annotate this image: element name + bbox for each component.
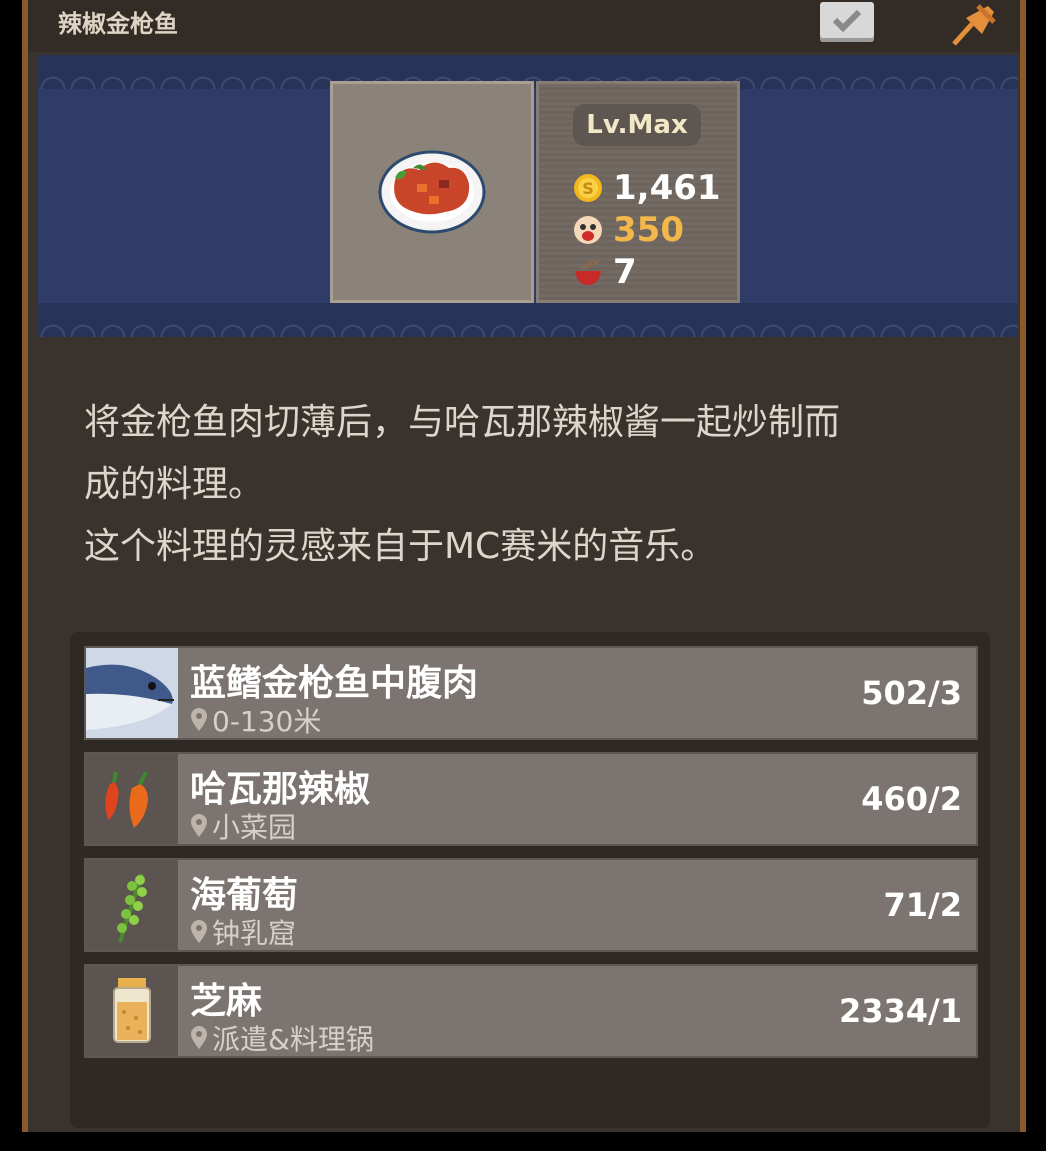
description-line: 将金枪鱼肉切薄后，与哈瓦那辣椒酱一起炒制而	[84, 402, 841, 443]
checkmark-icon	[832, 9, 862, 32]
price-stat: S 1,461	[573, 168, 721, 208]
sesame-jar-icon	[113, 978, 151, 1043]
check-button[interactable]	[820, 2, 874, 42]
description-line: 这个料理的灵感来自于MC赛米的音乐。	[84, 526, 717, 567]
location-text: 小菜园	[212, 811, 297, 844]
location-text: 0-130米	[212, 705, 322, 738]
tuna-icon	[86, 648, 178, 738]
location-text: 钟乳窟	[212, 917, 297, 950]
ingredient-count: 460/2	[861, 780, 962, 818]
window-title: 辣椒金枪鱼	[58, 10, 178, 38]
recipe-window: 辣椒金枪鱼 Lv.Max S 1,461 350 7 将金枪鱼肉切薄后，与哈瓦那…	[22, 0, 1026, 1132]
ingredient-location: 0-130米	[190, 700, 321, 740]
wave-pattern-bottom	[38, 303, 1018, 337]
ingredient-name: 芝麻	[190, 981, 263, 1022]
ingredient-location: 小菜园	[190, 806, 296, 846]
taste-face-icon	[574, 216, 602, 244]
location-pin-icon	[191, 920, 207, 943]
ingredient-count: 502/3	[861, 674, 962, 712]
ingredient-name: 哈瓦那辣椒	[190, 769, 371, 810]
coin-icon: S	[574, 174, 602, 202]
ingredient-name: 海葡萄	[190, 875, 299, 916]
taste-stat: 350	[573, 210, 684, 250]
ingredient-row[interactable]: 芝麻 派遣&料理锅 2334/1	[84, 964, 978, 1058]
ingredient-count: 2334/1	[838, 992, 962, 1030]
dish-stats-panel: Lv.Max S 1,461 350 7	[536, 81, 740, 303]
level-badge: Lv.Max	[573, 104, 701, 146]
servings-stat: 7	[573, 252, 637, 292]
ingredient-row[interactable]: 海葡萄 钟乳窟 71/2	[84, 858, 978, 952]
ingredient-thumb	[86, 648, 178, 738]
ingredient-location: 派遣&料理锅	[190, 1018, 374, 1058]
ingredient-thumb	[86, 754, 178, 844]
servings-value: 7	[613, 252, 637, 292]
ingredient-location: 钟乳窟	[190, 912, 296, 952]
dish-description: 将金枪鱼肉切薄后，与哈瓦那辣椒酱一起炒制而 成的料理。 这个料理的灵感来自于MC…	[84, 392, 984, 578]
location-pin-icon	[191, 1026, 207, 1049]
dish-image-panel	[330, 81, 534, 303]
taste-value: 350	[613, 210, 684, 250]
location-pin-icon	[191, 814, 207, 837]
dish-plate-icon	[378, 150, 486, 234]
pushpin-icon	[952, 4, 996, 46]
ingredient-name: 蓝鳍金枪鱼中腹肉	[190, 663, 479, 704]
bowl-icon	[575, 258, 601, 285]
description-line: 成的料理。	[84, 464, 265, 505]
ingredient-thumb	[86, 860, 178, 950]
svg-text:S: S	[582, 179, 594, 198]
ingredient-list: 蓝鳍金枪鱼中腹肉 0-130米 502/3 哈瓦那辣椒 小菜园 460/2 海葡…	[70, 632, 990, 1128]
ingredient-row[interactable]: 哈瓦那辣椒 小菜园 460/2	[84, 752, 978, 846]
location-pin-icon	[191, 708, 207, 731]
ingredient-row[interactable]: 蓝鳍金枪鱼中腹肉 0-130米 502/3	[84, 646, 978, 740]
dish-banner: Lv.Max S 1,461 350 7	[38, 55, 1018, 337]
dish-card: Lv.Max S 1,461 350 7	[330, 81, 740, 303]
pin-button[interactable]	[948, 0, 1000, 46]
ingredient-count: 71/2	[883, 886, 962, 924]
location-text: 派遣&料理锅	[212, 1023, 374, 1056]
ingredient-thumb	[86, 966, 178, 1056]
price-value: 1,461	[613, 168, 721, 208]
title-bar: 辣椒金枪鱼	[28, 0, 1020, 52]
sea-grape-icon	[117, 873, 147, 943]
chili-icon	[105, 771, 148, 828]
